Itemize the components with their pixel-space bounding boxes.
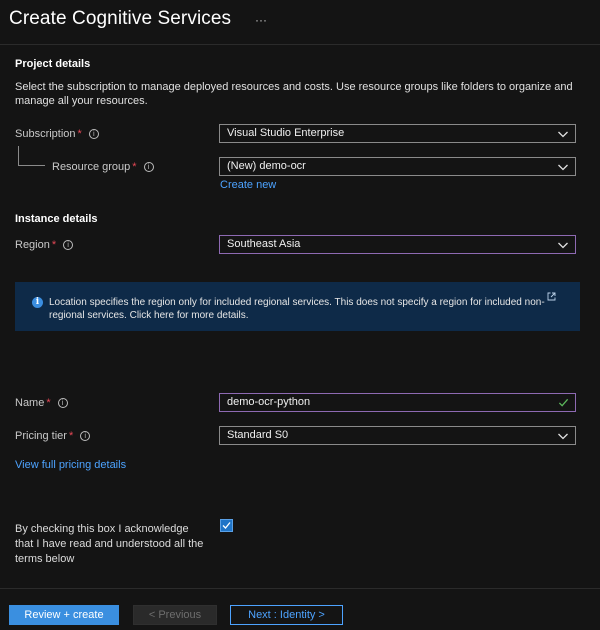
chevron-down-icon [558,242,568,249]
required-marker: * [46,397,51,409]
resource-group-dropdown[interactable]: (New) demo-ocr [219,157,576,176]
resource-group-label: Resource group * i [52,161,154,173]
chevron-down-icon [558,433,568,440]
subscription-value: Visual Studio Enterprise [227,127,345,139]
region-label-text: Region [15,239,50,251]
external-link-icon[interactable] [547,292,556,301]
name-input[interactable]: demo-ocr-python [219,393,576,412]
review-create-button[interactable]: Review + create [9,605,119,625]
header-divider [0,44,600,45]
info-circle-icon[interactable]: i [143,162,154,172]
subscription-dropdown[interactable]: Visual Studio Enterprise [219,124,576,143]
region-info-message: Location specifies the region only for i… [49,297,545,321]
region-value: Southeast Asia [227,238,301,250]
subscription-label-text: Subscription [15,128,76,140]
page-title: Create Cognitive Services [9,8,232,29]
region-info-banner[interactable]: i Location specifies the region only for… [15,282,580,331]
region-label: Region * i [15,239,74,251]
pricing-tier-label: Pricing tier * i [15,430,91,442]
footer-divider [0,588,600,589]
subscription-label: Subscription * i [15,128,99,140]
info-circle-icon[interactable]: i [80,431,91,441]
more-options-icon[interactable]: ··· [255,13,267,27]
chevron-down-icon [558,131,568,138]
checkmark-icon [222,522,231,529]
required-marker: * [132,161,137,173]
tree-connector-horizontal [18,165,45,166]
name-label: Name * i [15,397,68,409]
required-marker: * [51,239,57,251]
project-description: Select the subscription to manage deploy… [15,81,573,107]
chevron-down-icon [558,164,568,171]
pricing-tier-dropdown[interactable]: Standard S0 [219,426,576,445]
required-marker: * [68,430,74,442]
tree-connector-vertical [18,146,19,165]
info-circle-icon[interactable]: i [63,240,74,250]
pricing-tier-value: Standard S0 [227,429,289,441]
name-value: demo-ocr-python [227,396,311,408]
previous-button[interactable]: < Previous [133,605,217,625]
view-pricing-link[interactable]: View full pricing details [15,459,126,471]
terms-acknowledgement: By checking this box I acknowledge that … [15,523,204,565]
project-details-heading: Project details [15,58,91,70]
resource-group-label-text: Resource group [52,161,131,173]
create-new-link[interactable]: Create new [220,179,276,191]
next-identity-button[interactable]: Next : Identity > [230,605,343,625]
checkmark-icon [558,398,569,407]
terms-checkbox[interactable] [220,519,233,532]
instance-details-heading: Instance details [15,213,98,225]
name-label-text: Name [15,397,45,409]
required-marker: * [77,128,82,140]
info-icon: i [32,297,43,308]
region-dropdown[interactable]: Southeast Asia [219,235,576,254]
pricing-tier-label-text: Pricing tier [15,430,67,442]
info-circle-icon[interactable]: i [88,129,99,139]
info-circle-icon[interactable]: i [57,398,68,408]
resource-group-value: (New) demo-ocr [227,160,306,172]
